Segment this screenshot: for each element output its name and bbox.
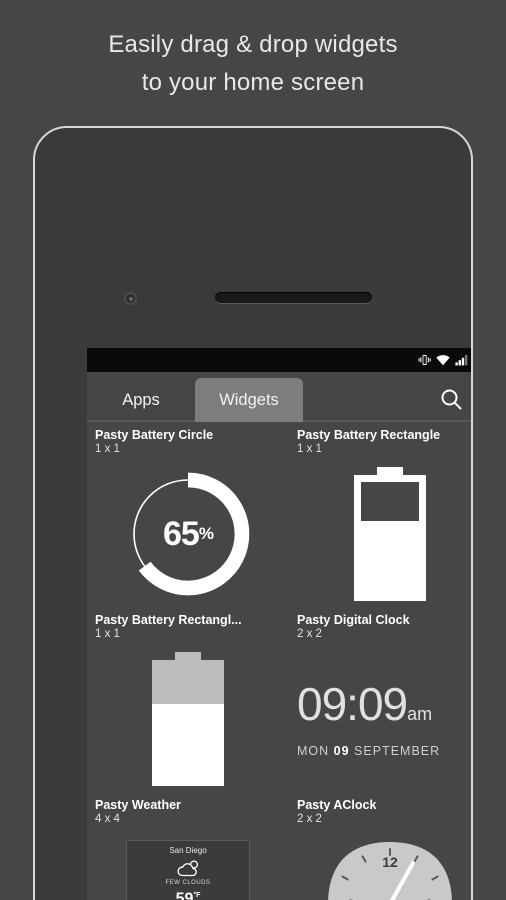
widget-title: Pasty Battery Rectangle — [297, 428, 441, 442]
widget-row: Pasty Weather 4 x 4 San Diego FEW CLOUDS… — [87, 798, 471, 900]
battery-rect-outline-icon — [354, 467, 426, 601]
phone-mockup: Apps Widgets Pasty Battery Circle 1 x 1 … — [33, 126, 473, 900]
clock-ampm: am — [407, 704, 433, 724]
widget-item-battery-circle[interactable]: Pasty Battery Circle 1 x 1 65% — [87, 428, 289, 613]
widget-size: 1 x 1 — [95, 443, 120, 455]
promo-line-1: Easily drag & drop widgets — [108, 31, 398, 58]
widget-row: Pasty Battery Circle 1 x 1 65% Pasty Bat… — [87, 428, 471, 613]
clock-date-month: SEPTEMBER — [354, 744, 441, 758]
weather-temp-unit: °F — [193, 891, 201, 899]
widget-preview[interactable] — [95, 640, 281, 798]
clock-time: 09:09 — [297, 678, 408, 730]
promo-screenshot: Easily drag & drop widgets to your home … — [0, 0, 506, 900]
digital-clock-widget: 09:09am MON 09 SEPTEMBER — [297, 678, 471, 758]
widget-size: 1 x 1 — [297, 443, 322, 455]
tab-bar: Apps Widgets — [87, 372, 471, 422]
battery-percent: 65% — [122, 468, 254, 600]
battery-fill — [361, 521, 419, 594]
widget-title: Pasty Battery Rectangl... — [95, 613, 242, 627]
clock-date-day: 09 — [333, 744, 350, 758]
battery-body — [152, 660, 224, 786]
widget-item-battery-rectangle-2[interactable]: Pasty Battery Rectangl... 1 x 1 — [87, 613, 289, 798]
battery-body — [354, 475, 426, 601]
widget-item-weather[interactable]: Pasty Weather 4 x 4 San Diego FEW CLOUDS… — [87, 798, 289, 900]
widget-preview[interactable]: San Diego FEW CLOUDS 59°F — [95, 825, 281, 900]
widget-size: 2 x 2 — [297, 628, 322, 640]
widget-size: 4 x 4 — [95, 813, 120, 825]
battery-inner — [361, 482, 419, 594]
tab-actions — [439, 387, 471, 422]
clock-numeral-9: 9 — [347, 896, 355, 900]
battery-fill — [152, 704, 224, 786]
cloud-sun-icon — [131, 858, 245, 878]
widget-item-digital-clock[interactable]: Pasty Digital Clock 2 x 2 09:09am MON 09… — [289, 613, 471, 798]
promo-headline: Easily drag & drop widgets to your home … — [0, 26, 506, 102]
widget-item-analog-clock[interactable]: Pasty AClock 2 x 2 12 — [289, 798, 471, 900]
tab-widgets[interactable]: Widgets — [195, 378, 303, 422]
battery-percent-value: 65 — [163, 514, 200, 553]
widget-preview[interactable]: 09:09am MON 09 SEPTEMBER — [297, 640, 471, 798]
clock-date: MON 09 SEPTEMBER — [297, 744, 471, 758]
clock-numeral-12: 12 — [382, 854, 398, 870]
widget-preview[interactable]: 12 3 6 9 — [297, 825, 471, 900]
widget-title: Pasty AClock — [297, 798, 377, 812]
search-icon[interactable] — [439, 387, 463, 416]
signal-icon — [455, 354, 469, 366]
clock-numeral-3: 3 — [425, 896, 433, 900]
phone-screen: Apps Widgets Pasty Battery Circle 1 x 1 … — [87, 348, 471, 900]
widget-title: Pasty Digital Clock — [297, 613, 410, 627]
battery-rect-filled-icon — [152, 652, 224, 786]
widget-size: 1 x 1 — [95, 628, 120, 640]
battery-circle-gauge: 65% — [122, 468, 254, 600]
widget-item-battery-rectangle[interactable]: Pasty Battery Rectangle 1 x 1 — [289, 428, 471, 613]
clock-date-weekday: MON — [297, 744, 330, 758]
vibrate-icon — [418, 354, 431, 366]
widget-size: 2 x 2 — [297, 813, 322, 825]
widget-title: Pasty Weather — [95, 798, 181, 812]
weather-temperature: 59°F — [131, 886, 245, 900]
widget-title: Pasty Battery Circle — [95, 428, 214, 442]
widget-list: Pasty Battery Circle 1 x 1 65% Pasty Bat… — [87, 422, 471, 900]
widget-preview[interactable] — [297, 455, 471, 613]
weather-temp-value: 59 — [175, 890, 194, 900]
promo-line-2: to your home screen — [141, 69, 365, 96]
weather-city: San Diego — [169, 845, 207, 855]
widget-preview[interactable]: 65% — [95, 455, 281, 613]
front-camera-icon — [124, 292, 137, 305]
wifi-icon — [436, 354, 450, 366]
percent-symbol: % — [198, 524, 214, 543]
status-bar — [87, 348, 471, 372]
widget-row: Pasty Battery Rectangl... 1 x 1 Pasty Di… — [87, 613, 471, 798]
clock-time-row: 09:09am — [297, 678, 471, 738]
tab-apps[interactable]: Apps — [87, 378, 195, 422]
weather-widget: San Diego FEW CLOUDS 59°F — [126, 839, 250, 900]
earpiece-speaker — [215, 292, 372, 303]
analog-clock-widget: 12 3 6 9 — [326, 840, 454, 900]
